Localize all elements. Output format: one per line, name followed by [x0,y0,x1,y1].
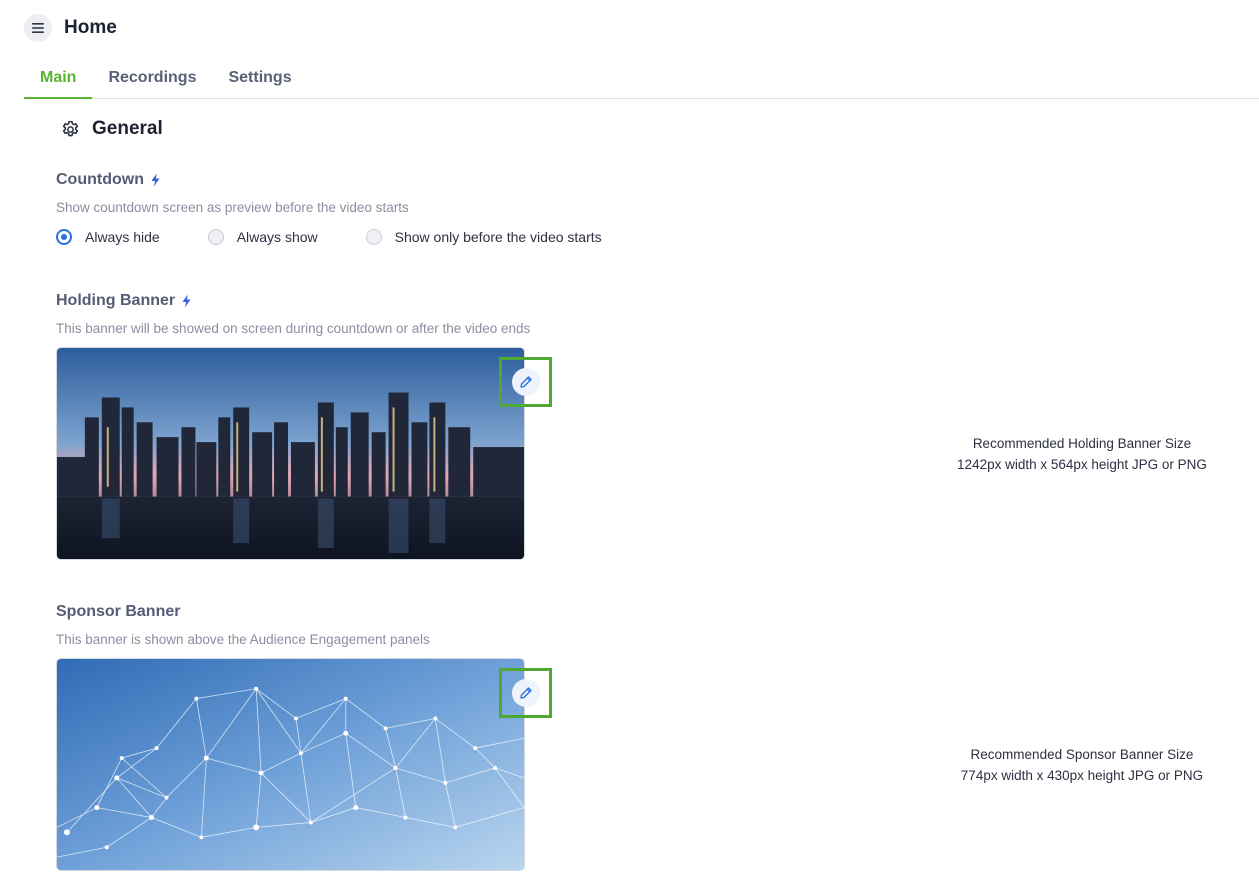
countdown-description: Show countdown screen as preview before … [56,200,409,215]
radio-label: Always hide [85,229,160,245]
countdown-radio-group: Always hide Always show Show only before… [56,226,602,248]
radio-button[interactable] [56,229,72,245]
gear-icon [62,120,79,136]
pencil-icon [519,376,532,388]
tab-main[interactable]: Main [24,64,93,99]
tab-bar: Main Recordings Settings [24,64,1259,99]
holding-banner-description: This banner will be showed on screen dur… [56,321,531,336]
sponsor-banner-recommendation: Recommended Sponsor Banner Size 774px wi… [905,744,1259,786]
radio-always-show[interactable]: Always show [207,229,318,245]
general-title: General [92,118,163,139]
lightning-icon [182,294,191,308]
sponsor-banner-title: Sponsor Banner [56,603,180,621]
pencil-icon [519,687,532,699]
edit-circle[interactable] [511,679,540,707]
sponsor-banner-edit-button[interactable] [499,668,552,718]
radio-label: Show only before the video starts [394,229,602,245]
sponsor-banner-image [56,658,525,871]
general-heading: General [60,118,163,140]
page-title: Home [64,17,117,38]
recommended-title: Recommended Sponsor Banner Size [970,747,1194,762]
holding-banner-recommendation: Recommended Holding Banner Size 1242px w… [905,433,1259,475]
radio-button[interactable] [365,229,382,245]
holding-banner-image [56,347,525,560]
radio-show-before-start[interactable]: Show only before the video starts [365,229,602,245]
holding-banner-title: Holding Banner [56,292,192,310]
radio-label: Always show [236,229,318,245]
radio-always-hide[interactable]: Always hide [56,229,160,245]
countdown-title: Countdown [56,171,161,189]
countdown-label: Countdown [56,171,144,188]
holding-banner-label: Holding Banner [56,292,176,309]
page: Home Main Recordings Settings General Co… [0,0,1259,892]
lightning-icon [151,173,160,187]
edit-circle[interactable] [511,368,540,396]
sponsor-banner-label: Sponsor Banner [56,603,181,620]
holding-banner-edit-button[interactable] [499,357,552,407]
tab-settings[interactable]: Settings [212,64,307,98]
recommended-title: Recommended Holding Banner Size [972,436,1192,451]
radio-button[interactable] [207,229,224,245]
recommended-size: 774px width x 430px height JPG or PNG [960,768,1204,783]
hamburger-menu-icon [32,23,44,33]
menu-button[interactable] [24,14,52,42]
header: Home [24,14,117,42]
sponsor-banner-description: This banner is shown above the Audience … [56,632,430,647]
tab-recordings[interactable]: Recordings [92,64,212,98]
recommended-size: 1242px width x 564px height JPG or PNG [957,457,1207,472]
